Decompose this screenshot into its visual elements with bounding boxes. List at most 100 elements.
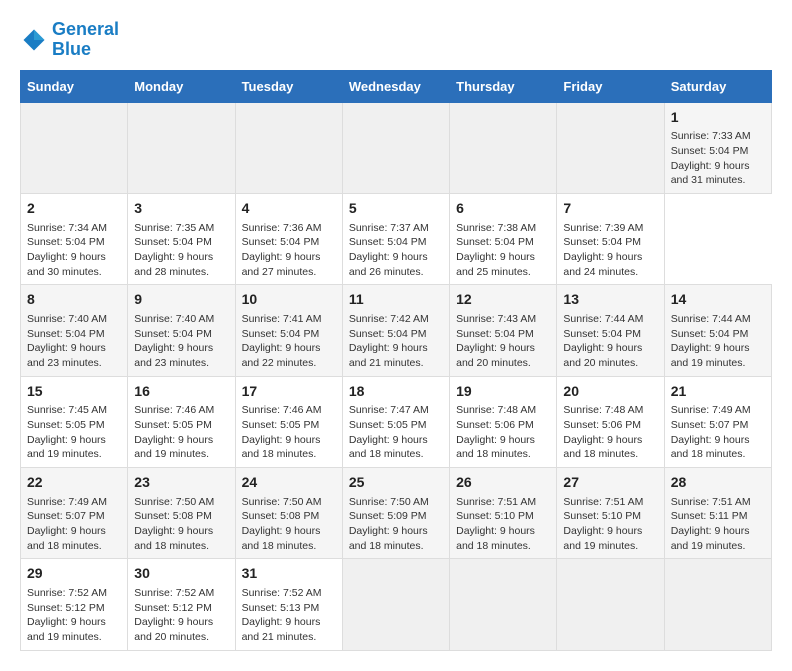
day-number: 25 xyxy=(349,473,443,493)
day-number: 13 xyxy=(563,290,657,310)
calendar-cell: 2Sunrise: 7:34 AMSunset: 5:04 PMDaylight… xyxy=(21,193,128,284)
day-number: 3 xyxy=(134,199,228,219)
header-saturday: Saturday xyxy=(664,70,771,102)
calendar-cell: 4Sunrise: 7:36 AMSunset: 5:04 PMDaylight… xyxy=(235,193,342,284)
day-number: 30 xyxy=(134,564,228,584)
day-number: 21 xyxy=(671,382,765,402)
calendar-cell xyxy=(128,102,235,193)
calendar-cell: 3Sunrise: 7:35 AMSunset: 5:04 PMDaylight… xyxy=(128,193,235,284)
calendar-cell xyxy=(450,102,557,193)
day-info: Sunrise: 7:44 AMSunset: 5:04 PMDaylight:… xyxy=(671,312,765,371)
day-number: 2 xyxy=(27,199,121,219)
day-info: Sunrise: 7:51 AMSunset: 5:10 PMDaylight:… xyxy=(456,495,550,554)
day-info: Sunrise: 7:36 AMSunset: 5:04 PMDaylight:… xyxy=(242,221,336,280)
day-number: 26 xyxy=(456,473,550,493)
calendar-cell: 27Sunrise: 7:51 AMSunset: 5:10 PMDayligh… xyxy=(557,467,664,558)
calendar-cell: 22Sunrise: 7:49 AMSunset: 5:07 PMDayligh… xyxy=(21,467,128,558)
day-number: 23 xyxy=(134,473,228,493)
day-number: 27 xyxy=(563,473,657,493)
calendar-cell xyxy=(235,102,342,193)
calendar-cell: 8Sunrise: 7:40 AMSunset: 5:04 PMDaylight… xyxy=(21,285,128,376)
day-info: Sunrise: 7:52 AMSunset: 5:12 PMDaylight:… xyxy=(27,586,121,645)
day-info: Sunrise: 7:46 AMSunset: 5:05 PMDaylight:… xyxy=(242,403,336,462)
day-info: Sunrise: 7:50 AMSunset: 5:08 PMDaylight:… xyxy=(242,495,336,554)
day-info: Sunrise: 7:52 AMSunset: 5:12 PMDaylight:… xyxy=(134,586,228,645)
day-info: Sunrise: 7:50 AMSunset: 5:09 PMDaylight:… xyxy=(349,495,443,554)
day-number: 18 xyxy=(349,382,443,402)
calendar-cell: 20Sunrise: 7:48 AMSunset: 5:06 PMDayligh… xyxy=(557,376,664,467)
calendar-cell: 14Sunrise: 7:44 AMSunset: 5:04 PMDayligh… xyxy=(664,285,771,376)
logo-icon xyxy=(20,26,48,54)
day-info: Sunrise: 7:37 AMSunset: 5:04 PMDaylight:… xyxy=(349,221,443,280)
day-info: Sunrise: 7:43 AMSunset: 5:04 PMDaylight:… xyxy=(456,312,550,371)
day-info: Sunrise: 7:51 AMSunset: 5:11 PMDaylight:… xyxy=(671,495,765,554)
calendar-cell: 18Sunrise: 7:47 AMSunset: 5:05 PMDayligh… xyxy=(342,376,449,467)
day-info: Sunrise: 7:48 AMSunset: 5:06 PMDaylight:… xyxy=(563,403,657,462)
calendar-week-row: 1Sunrise: 7:33 AMSunset: 5:04 PMDaylight… xyxy=(21,102,772,193)
calendar-cell: 5Sunrise: 7:37 AMSunset: 5:04 PMDaylight… xyxy=(342,193,449,284)
day-info: Sunrise: 7:46 AMSunset: 5:05 PMDaylight:… xyxy=(134,403,228,462)
day-info: Sunrise: 7:41 AMSunset: 5:04 PMDaylight:… xyxy=(242,312,336,371)
calendar-cell xyxy=(557,102,664,193)
calendar-cell: 7Sunrise: 7:39 AMSunset: 5:04 PMDaylight… xyxy=(557,193,664,284)
day-number: 10 xyxy=(242,290,336,310)
calendar-cell: 16Sunrise: 7:46 AMSunset: 5:05 PMDayligh… xyxy=(128,376,235,467)
day-info: Sunrise: 7:44 AMSunset: 5:04 PMDaylight:… xyxy=(563,312,657,371)
calendar-week-row: 29Sunrise: 7:52 AMSunset: 5:12 PMDayligh… xyxy=(21,559,772,650)
day-info: Sunrise: 7:51 AMSunset: 5:10 PMDaylight:… xyxy=(563,495,657,554)
calendar-cell: 11Sunrise: 7:42 AMSunset: 5:04 PMDayligh… xyxy=(342,285,449,376)
day-number: 17 xyxy=(242,382,336,402)
calendar-cell xyxy=(342,102,449,193)
day-info: Sunrise: 7:38 AMSunset: 5:04 PMDaylight:… xyxy=(456,221,550,280)
day-number: 29 xyxy=(27,564,121,584)
calendar-week-row: 15Sunrise: 7:45 AMSunset: 5:05 PMDayligh… xyxy=(21,376,772,467)
logo: General Blue xyxy=(20,20,119,60)
day-info: Sunrise: 7:40 AMSunset: 5:04 PMDaylight:… xyxy=(134,312,228,371)
day-info: Sunrise: 7:48 AMSunset: 5:06 PMDaylight:… xyxy=(456,403,550,462)
calendar-cell: 13Sunrise: 7:44 AMSunset: 5:04 PMDayligh… xyxy=(557,285,664,376)
calendar-cell: 29Sunrise: 7:52 AMSunset: 5:12 PMDayligh… xyxy=(21,559,128,650)
calendar-table: SundayMondayTuesdayWednesdayThursdayFrid… xyxy=(20,70,772,651)
day-number: 9 xyxy=(134,290,228,310)
calendar-cell: 21Sunrise: 7:49 AMSunset: 5:07 PMDayligh… xyxy=(664,376,771,467)
calendar-cell xyxy=(450,559,557,650)
day-number: 16 xyxy=(134,382,228,402)
calendar-cell: 24Sunrise: 7:50 AMSunset: 5:08 PMDayligh… xyxy=(235,467,342,558)
day-info: Sunrise: 7:47 AMSunset: 5:05 PMDaylight:… xyxy=(349,403,443,462)
page-header: General Blue xyxy=(20,20,772,60)
calendar-cell xyxy=(664,559,771,650)
header-friday: Friday xyxy=(557,70,664,102)
header-tuesday: Tuesday xyxy=(235,70,342,102)
day-info: Sunrise: 7:34 AMSunset: 5:04 PMDaylight:… xyxy=(27,221,121,280)
calendar-cell: 12Sunrise: 7:43 AMSunset: 5:04 PMDayligh… xyxy=(450,285,557,376)
day-info: Sunrise: 7:52 AMSunset: 5:13 PMDaylight:… xyxy=(242,586,336,645)
day-number: 31 xyxy=(242,564,336,584)
header-sunday: Sunday xyxy=(21,70,128,102)
calendar-cell: 1Sunrise: 7:33 AMSunset: 5:04 PMDaylight… xyxy=(664,102,771,193)
calendar-cell: 30Sunrise: 7:52 AMSunset: 5:12 PMDayligh… xyxy=(128,559,235,650)
calendar-cell: 31Sunrise: 7:52 AMSunset: 5:13 PMDayligh… xyxy=(235,559,342,650)
calendar-cell xyxy=(21,102,128,193)
day-number: 5 xyxy=(349,199,443,219)
day-info: Sunrise: 7:39 AMSunset: 5:04 PMDaylight:… xyxy=(563,221,657,280)
day-number: 19 xyxy=(456,382,550,402)
calendar-week-row: 22Sunrise: 7:49 AMSunset: 5:07 PMDayligh… xyxy=(21,467,772,558)
calendar-week-row: 2Sunrise: 7:34 AMSunset: 5:04 PMDaylight… xyxy=(21,193,772,284)
day-number: 7 xyxy=(563,199,657,219)
day-info: Sunrise: 7:49 AMSunset: 5:07 PMDaylight:… xyxy=(671,403,765,462)
day-number: 12 xyxy=(456,290,550,310)
day-number: 8 xyxy=(27,290,121,310)
calendar-cell: 25Sunrise: 7:50 AMSunset: 5:09 PMDayligh… xyxy=(342,467,449,558)
day-number: 6 xyxy=(456,199,550,219)
calendar-week-row: 8 Sunrise: 7:40 AMSunset: 5:04 PMDaylight… xyxy=(21,285,772,376)
calendar-cell xyxy=(557,559,664,650)
day-info: Sunrise: 7:50 AMSunset: 5:08 PMDaylight:… xyxy=(134,495,228,554)
day-number: 1 xyxy=(671,108,765,128)
calendar-cell: 17Sunrise: 7:46 AMSunset: 5:05 PMDayligh… xyxy=(235,376,342,467)
day-info: Sunrise: 7:42 AMSunset: 5:04 PMDaylight:… xyxy=(349,312,443,371)
calendar-cell: 26Sunrise: 7:51 AMSunset: 5:10 PMDayligh… xyxy=(450,467,557,558)
day-number: 28 xyxy=(671,473,765,493)
day-info: Sunrise: 7:35 AMSunset: 5:04 PMDaylight:… xyxy=(134,221,228,280)
calendar-cell: 23Sunrise: 7:50 AMSunset: 5:08 PMDayligh… xyxy=(128,467,235,558)
calendar-cell xyxy=(342,559,449,650)
